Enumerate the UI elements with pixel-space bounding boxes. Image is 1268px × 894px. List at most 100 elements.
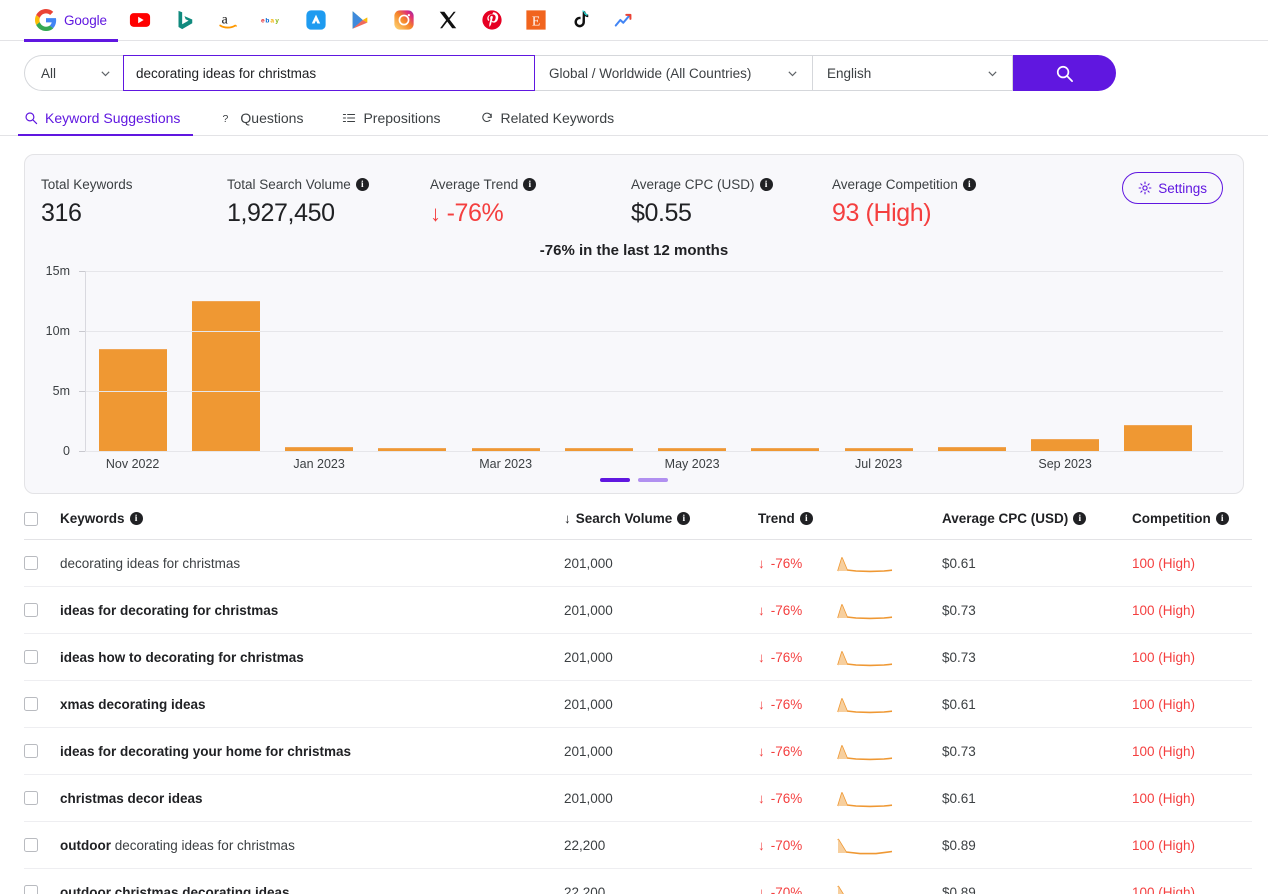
refresh-icon [480, 111, 494, 125]
stat-average-cpc: Average CPC (USD) i $0.55 [631, 176, 832, 228]
table-row[interactable]: xmas decorating ideas201,000↓-76%$0.6110… [24, 681, 1252, 728]
info-icon[interactable]: i [963, 178, 976, 191]
search-button[interactable] [1013, 55, 1116, 91]
table-row[interactable]: outdoor christmas decorating ideas22,200… [24, 869, 1252, 894]
info-icon[interactable]: i [1073, 512, 1086, 525]
trend-value: -76% [771, 603, 803, 618]
tab-prepositions[interactable]: Prepositions [342, 101, 453, 135]
scope-select-value: All [41, 66, 56, 81]
row-checkbox[interactable] [24, 791, 38, 805]
keyword-bold-part: outdoor [60, 838, 111, 853]
platform-tab-google-play[interactable] [338, 0, 382, 41]
search-icon [24, 111, 38, 125]
column-average-cpc[interactable]: Average CPC (USD) i [942, 511, 1132, 540]
tab-questions-label: Questions [240, 110, 303, 126]
ebay-icon: e b a y [261, 9, 283, 31]
down-arrow-icon: ↓ [758, 838, 765, 853]
competition-value: 100 (High) [1132, 885, 1195, 894]
select-all-checkbox[interactable] [24, 512, 38, 526]
tab-related-keywords[interactable]: Related Keywords [480, 101, 628, 135]
platform-tab-amazon[interactable]: a [206, 0, 250, 41]
competition-value: 100 (High) [1132, 603, 1195, 618]
chart-x-axis: Nov 2022Jan 2023Mar 2023May 2023Jul 2023… [86, 457, 1223, 475]
row-checkbox[interactable] [24, 697, 38, 711]
tab-related-keywords-label: Related Keywords [501, 110, 615, 126]
cell-competition: 100 (High) [1132, 634, 1252, 681]
cell-search-volume: 201,000 [564, 728, 758, 775]
down-arrow-icon: ↓ [758, 744, 765, 759]
down-arrow-icon: ↓ [430, 201, 441, 227]
row-checkbox[interactable] [24, 885, 38, 894]
column-keywords[interactable]: Keywords i [60, 511, 564, 540]
chart-x-label: Sep 2023 [1038, 457, 1092, 471]
keyword-bold-part: ideas for decorating your home for chris… [60, 744, 351, 759]
platform-tab-bar: Google a e b a y [0, 0, 1268, 41]
cell-sparkline [836, 634, 942, 681]
language-select[interactable]: English [813, 55, 1013, 91]
svg-text:e: e [261, 18, 265, 25]
table-row[interactable]: decorating ideas for christmas201,000↓-7… [24, 540, 1252, 587]
tab-keyword-suggestions[interactable]: Keyword Suggestions [24, 101, 193, 135]
platform-tab-app-store[interactable] [294, 0, 338, 41]
platform-tab-x[interactable] [426, 0, 470, 41]
chart-gridline [85, 331, 1223, 332]
row-checkbox[interactable] [24, 650, 38, 664]
scope-select[interactable]: All [24, 55, 123, 91]
cell-cpc: $0.89 [942, 869, 1132, 894]
platform-tab-tiktok[interactable] [558, 0, 602, 41]
column-trend[interactable]: Trend i [758, 511, 836, 540]
amazon-icon: a [217, 9, 239, 31]
google-play-icon [349, 9, 371, 31]
chevron-down-icon [987, 68, 998, 79]
chart-bar[interactable] [1031, 439, 1099, 451]
cell-trend: ↓-76% [758, 634, 836, 681]
trend-sparkline-icon [836, 882, 894, 894]
info-icon[interactable]: i [1216, 512, 1229, 525]
info-icon[interactable]: i [356, 178, 369, 191]
country-select[interactable]: Global / Worldwide (All Countries) [535, 55, 813, 91]
chart-page-dot-2[interactable] [638, 478, 668, 482]
info-icon[interactable]: i [800, 512, 813, 525]
chart-bar[interactable] [99, 349, 167, 451]
row-checkbox[interactable] [24, 744, 38, 758]
keyword-bold-part: ideas for decorating for christmas [60, 603, 278, 618]
table-row[interactable]: ideas how to decorating for christmas201… [24, 634, 1252, 681]
table-row[interactable]: ideas for decorating for christmas201,00… [24, 587, 1252, 634]
chart-bar[interactable] [192, 301, 260, 451]
row-checkbox[interactable] [24, 838, 38, 852]
competition-value: 100 (High) [1132, 650, 1195, 665]
platform-tab-youtube[interactable] [118, 0, 162, 41]
platform-tab-instagram[interactable] [382, 0, 426, 41]
row-checkbox[interactable] [24, 603, 38, 617]
question-mark-icon: ? [219, 111, 233, 125]
chart-page-dot-1[interactable] [600, 478, 630, 482]
settings-button[interactable]: Settings [1122, 172, 1223, 204]
svg-text:E: E [532, 14, 540, 29]
tab-questions[interactable]: ? Questions [219, 101, 316, 135]
cell-competition: 100 (High) [1132, 822, 1252, 869]
row-checkbox[interactable] [24, 556, 38, 570]
row-select-cell [24, 681, 60, 728]
info-icon[interactable]: i [677, 512, 690, 525]
info-icon[interactable]: i [523, 178, 536, 191]
table-row[interactable]: ideas for decorating your home for chris… [24, 728, 1252, 775]
platform-tab-bing[interactable] [162, 0, 206, 41]
chart-plot-area [86, 271, 1223, 451]
table-row[interactable]: outdoor decorating ideas for christmas22… [24, 822, 1252, 869]
info-icon[interactable]: i [760, 178, 773, 191]
bing-icon [173, 9, 195, 31]
platform-tab-pinterest[interactable] [470, 0, 514, 41]
search-input[interactable] [123, 55, 535, 91]
cell-keyword: outdoor christmas decorating ideas [60, 869, 564, 894]
cell-search-volume: 201,000 [564, 540, 758, 587]
platform-tab-ebay[interactable]: e b a y [250, 0, 294, 41]
info-icon[interactable]: i [130, 512, 143, 525]
column-search-volume[interactable]: ↓ Search Volume i [564, 511, 758, 540]
stat-average-trend: Average Trend i ↓ -76% [430, 176, 631, 228]
column-competition[interactable]: Competition i [1132, 511, 1252, 540]
table-row[interactable]: christmas decor ideas201,000↓-76%$0.6110… [24, 775, 1252, 822]
chart-bar[interactable] [1124, 425, 1192, 451]
platform-tab-trends[interactable] [602, 0, 646, 41]
platform-tab-etsy[interactable]: E [514, 0, 558, 41]
platform-tab-google[interactable]: Google [24, 0, 118, 41]
